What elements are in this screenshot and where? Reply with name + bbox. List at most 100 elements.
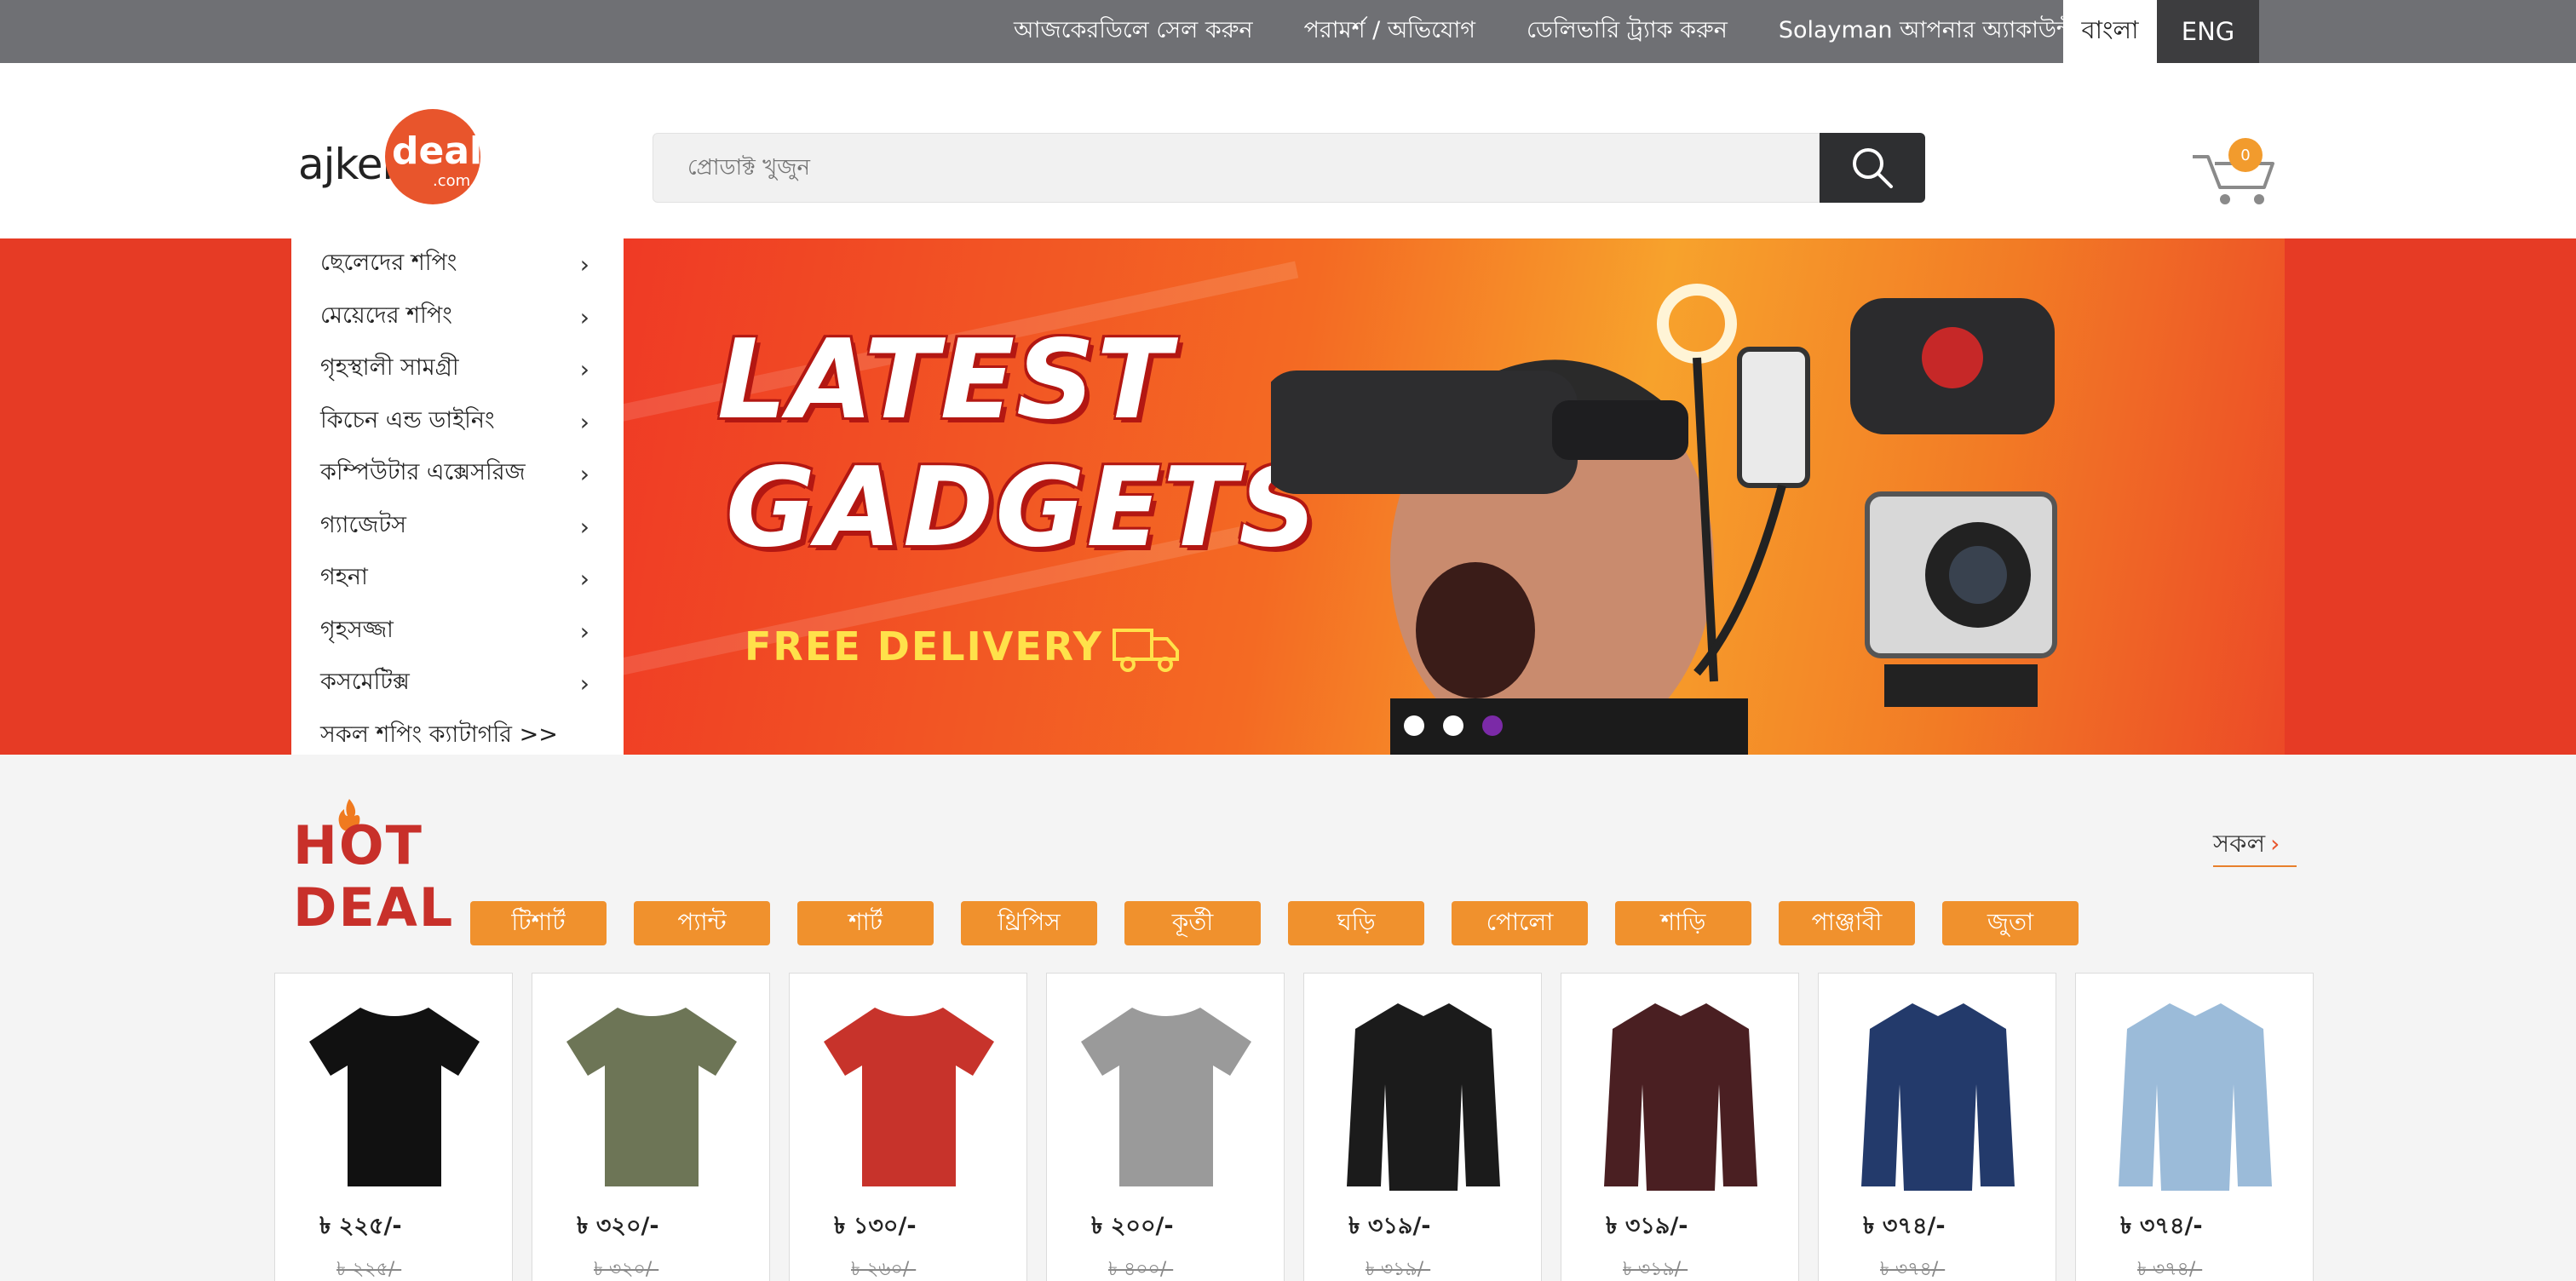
header: ajker deal .com 0 — [0, 63, 2576, 238]
product-card[interactable]: ৳ ৩১৯/- ৳ ৩১৯/- — [1303, 973, 1542, 1281]
product-old-price: ৳ ২৬০/- — [851, 1259, 917, 1280]
product-old-price: ৳ ৩৭৪/- — [2137, 1259, 2203, 1280]
hot-deal-tabs: টিশার্ট প্যান্ট শার্ট থ্রিপিস কূর্তী ঘড়… — [470, 901, 2079, 945]
product-card[interactable]: ৳ ৩৭৪/- ৳ ৩৭৪/- — [2075, 973, 2314, 1281]
category-item-computer[interactable]: কম্পিউটার এক্সেসরিজ › — [291, 448, 624, 501]
search-icon — [1853, 148, 1893, 188]
product-price: ৳ ৩৭৪/- — [1863, 1213, 1946, 1239]
product-old-price: ৳ ৩১৯/- — [1366, 1259, 1431, 1280]
carousel-dots — [1404, 715, 1503, 736]
see-all-label: সকল — [2213, 829, 2266, 858]
category-item-kitchen[interactable]: কিচেন এন্ড ডাইনিং › — [291, 396, 624, 449]
tab-kurti[interactable]: কূর্তী — [1124, 901, 1261, 945]
category-label: গৃহসজ্জা — [320, 616, 394, 643]
hero-banner[interactable]: LATEST GADGETS FREE DELIVERY — [624, 238, 2285, 755]
see-all-link[interactable]: সকল › — [2213, 824, 2297, 867]
category-label: কম্পিউটার এক্সেসরিজ — [320, 459, 526, 486]
product-card[interactable]: ৳ ২২৫/- ৳ ২২৫/- — [274, 973, 513, 1281]
logo-com: .com — [433, 172, 471, 190]
product-image — [1057, 984, 1275, 1202]
product-price: ৳ ২২৫/- — [319, 1213, 402, 1239]
chevron-right-icon: › — [579, 512, 589, 541]
delivery-truck-icon — [1113, 629, 1179, 672]
chevron-right-icon: › — [579, 565, 589, 593]
product-old-price: ৳ ৩১৯/- — [1623, 1259, 1688, 1280]
carousel-dot-3[interactable] — [1482, 715, 1503, 736]
track-delivery-link[interactable]: ডেলিভারি ট্র্যাক করুন — [1527, 13, 1728, 51]
product-old-price: ৳ ৪০০/- — [1108, 1259, 1174, 1280]
search-button[interactable] — [1820, 133, 1925, 203]
product-old-price: ৳ ২২৫/- — [336, 1259, 402, 1280]
cart-count-badge: 0 — [2228, 138, 2263, 172]
product-price: ৳ ৩৭৪/- — [2120, 1213, 2203, 1239]
product-image — [1314, 984, 1532, 1202]
category-item-boys[interactable]: ছেলেদের শপিং › — [291, 238, 624, 291]
category-item-cosmetics[interactable]: কসমেটিক্স › — [291, 658, 624, 710]
product-card[interactable]: ৳ ৩১৯/- ৳ ৩১৯/- — [1561, 973, 1799, 1281]
product-price: ৳ ১৩০/- — [834, 1213, 917, 1239]
lang-bangla-button[interactable]: বাংলা — [2063, 0, 2157, 63]
product-image — [2086, 984, 2304, 1202]
top-links: আজকেরডিলে সেল করুন পরামর্শ / অভিযোগ ডেলি… — [1014, 0, 2074, 63]
category-label: গহনা — [320, 564, 368, 591]
tab-watch[interactable]: ঘড়ি — [1288, 901, 1424, 945]
search-box — [653, 133, 1820, 203]
category-label: গ্যাজেটস — [320, 511, 406, 538]
chevron-right-icon: › — [579, 460, 589, 488]
tab-polo[interactable]: পোলো — [1452, 901, 1588, 945]
tab-tshirt[interactable]: টিশার্ট — [470, 901, 607, 945]
lang-english-button[interactable]: ENG — [2157, 0, 2259, 63]
product-image — [543, 984, 761, 1202]
tab-panjabi[interactable]: পাঞ্জাবী — [1779, 901, 1915, 945]
category-label: কসমেটিক্স — [320, 669, 410, 696]
garment-shape — [566, 1008, 737, 1186]
garment-shape — [824, 1008, 994, 1186]
garment-shape — [1081, 1008, 1251, 1186]
site-logo[interactable]: ajker deal .com — [298, 107, 494, 206]
carousel-dot-2[interactable] — [1443, 715, 1463, 736]
tab-saree[interactable]: শাড়ি — [1615, 901, 1751, 945]
garment-shape — [1347, 1003, 1500, 1191]
search-input[interactable] — [653, 134, 1819, 202]
account-link[interactable]: Solayman আপনার অ্যাকাউন্ট — [1779, 13, 2074, 51]
product-card[interactable]: ৳ ৩২০/- ৳ ৩২০/- — [532, 973, 770, 1281]
carousel-dot-1[interactable] — [1404, 715, 1424, 736]
category-item-household[interactable]: গৃহস্থালী সামগ্রী › — [291, 343, 624, 396]
category-label: মেয়েদের শপিং — [320, 302, 452, 329]
product-card[interactable]: ৳ ৩৭৪/- ৳ ৩৭৪/- — [1818, 973, 2056, 1281]
product-image — [285, 984, 503, 1202]
shirt-image — [1604, 1003, 1757, 1191]
category-item-gadgets[interactable]: গ্যাজেটস › — [291, 501, 624, 554]
garment-shape — [2119, 1003, 2272, 1191]
tab-pant[interactable]: প্যান্ট — [634, 901, 770, 945]
banner-product-art — [1271, 284, 2057, 755]
product-price: ৳ ৩২০/- — [577, 1213, 659, 1239]
hot-deal-heading: HOT DEAL — [293, 797, 600, 939]
category-label: গৃহস্থালী সামগ্রী — [320, 354, 459, 382]
feedback-link[interactable]: পরামর্শ / অভিযোগ — [1304, 13, 1475, 51]
tab-shoes[interactable]: জুতা — [1942, 901, 2079, 945]
category-item-jewelry[interactable]: গহনা › — [291, 553, 624, 606]
banner-headline-1: LATEST — [717, 317, 1173, 444]
product-old-price: ৳ ৩২০/- — [594, 1259, 659, 1280]
chevron-right-icon: › — [579, 355, 589, 383]
product-card[interactable]: ৳ ১৩০/- ৳ ২৬০/- — [789, 973, 1027, 1281]
product-grid: ৳ ২২৫/- ৳ ২২৫/- ৳ ৩২০/- ৳ ৩২০/- ৳ ১৩০/- ৳ ২… — [274, 973, 2314, 1281]
sell-link[interactable]: আজকেরডিলে সেল করুন — [1014, 13, 1253, 51]
garment-shape — [1861, 1003, 2015, 1191]
banner-free-delivery: FREE DELIVERY — [745, 623, 1103, 669]
logo-ajker: ajker — [298, 140, 400, 189]
product-card[interactable]: ৳ ২০০/- ৳ ৪০০/- — [1046, 973, 1285, 1281]
all-categories-link[interactable]: সকল শপিং ক্যাটাগরি >> — [291, 710, 624, 763]
product-image — [800, 984, 1018, 1202]
cart-button[interactable]: 0 — [2189, 138, 2278, 206]
chevron-right-icon: › — [579, 407, 589, 436]
tab-threepiece[interactable]: থ্রিপিস — [961, 901, 1097, 945]
category-item-girls[interactable]: মেয়েদের শপিং › — [291, 291, 624, 344]
category-item-decor[interactable]: গৃহসজ্জা › — [291, 606, 624, 658]
chevron-right-icon: › — [579, 250, 589, 279]
shirt-image — [1347, 1003, 1500, 1191]
tab-shirt[interactable]: শার্ট — [797, 901, 934, 945]
product-image — [1829, 984, 2047, 1202]
product-old-price: ৳ ৩৭৪/- — [1880, 1259, 1946, 1280]
